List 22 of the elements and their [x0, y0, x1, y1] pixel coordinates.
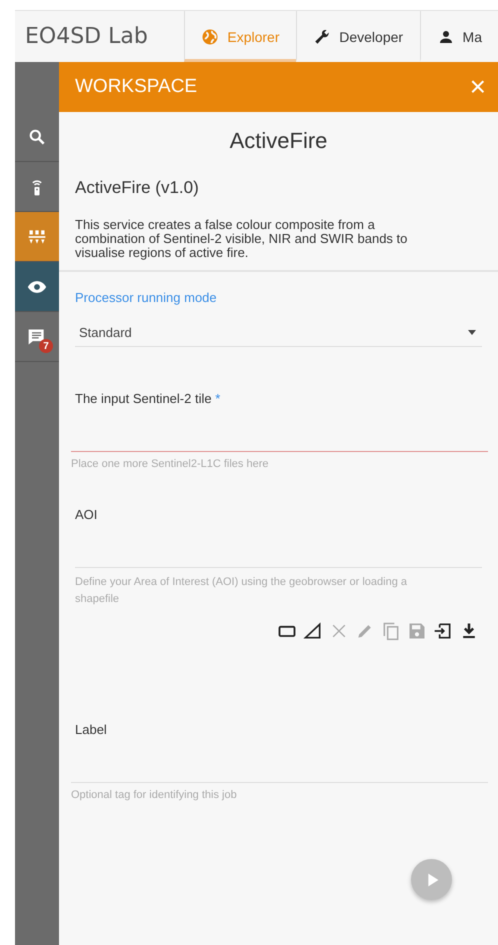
- panel-title: WORKSPACE: [75, 76, 198, 98]
- save-icon: [407, 621, 427, 641]
- sidebar-item[interactable]: [15, 262, 59, 312]
- field-hint: Define your Area of Interest (AOI) using the geobrowser or loading a shapefile: [75, 575, 408, 607]
- select-field[interactable]: Standard: [75, 313, 482, 347]
- field-label: AOI: [75, 507, 98, 522]
- field-hint: Place one more Sentinel2-L1C files here: [71, 457, 270, 472]
- import-icon: [433, 621, 453, 641]
- service-description: This service creates a false colour composite from a combination of Sentinel-2 visible, NIR and SWIR bands to visualise regions of active fire.: [75, 218, 408, 260]
- field-hint: Optional tag for identifying this job: [71, 788, 238, 803]
- field-label: Label: [75, 722, 108, 737]
- search-icon: [27, 126, 47, 146]
- count-badge: 7: [39, 339, 53, 353]
- logo[interactable]: EO4SD Lab: [15, 11, 184, 62]
- triangle-icon: [303, 621, 323, 641]
- service-title: ActiveFire: [228, 128, 328, 154]
- copy-icon: [381, 621, 401, 641]
- wrench-icon: [313, 28, 332, 46]
- field-label: Processor running mode: [75, 290, 218, 305]
- globe-icon: [201, 28, 220, 46]
- service-name: ActiveFire (v1.0): [75, 178, 200, 198]
- field-label: The input Sentinel-2 tile *: [75, 391, 222, 406]
